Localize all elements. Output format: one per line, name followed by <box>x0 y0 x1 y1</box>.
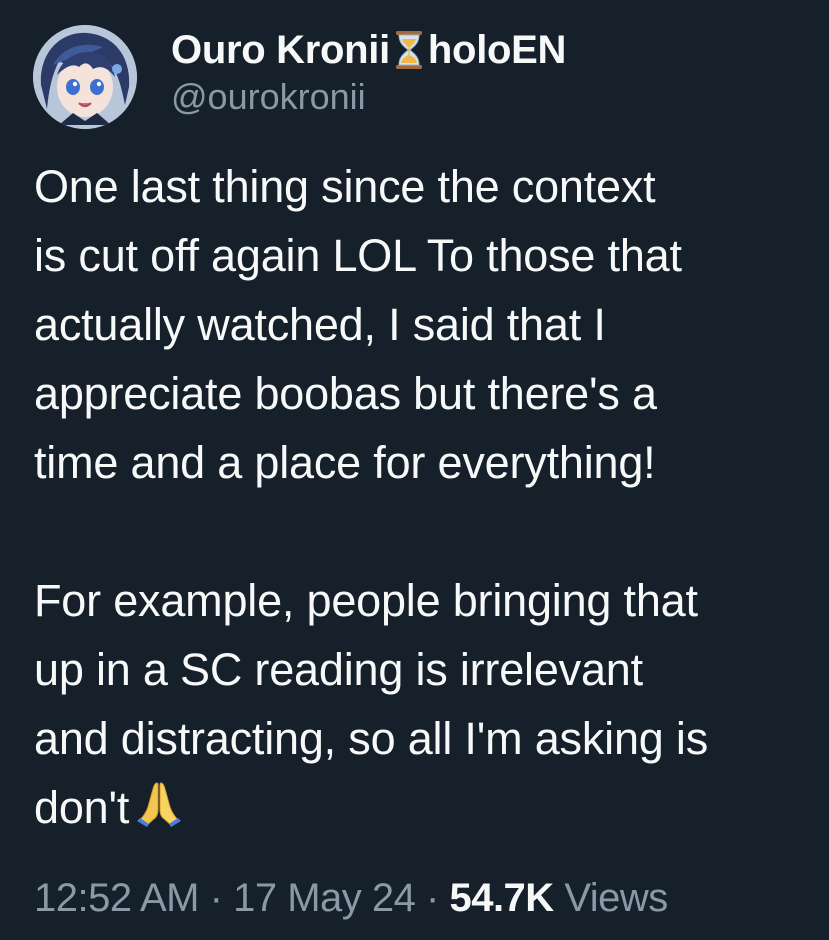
folded-hands-icon <box>133 777 185 829</box>
avatar[interactable] <box>33 25 137 129</box>
tweet-line: time and a place for everything! <box>34 437 656 488</box>
tweet-text: One last thing since the context is cut … <box>34 152 829 842</box>
tweet: Ouro Kronii holoEN @ourokronii One last … <box>0 0 829 940</box>
author-name-suffix: holoEN <box>427 28 567 72</box>
author-display-name[interactable]: Ouro Kronii holoEN <box>171 26 566 74</box>
tweet-line: actually watched, I said that I <box>34 299 606 350</box>
tweet-line: For example, people bringing that <box>34 575 698 626</box>
tweet-line: up in a SC reading is irrelevant <box>34 644 643 695</box>
tweet-line: appreciate boobas but there's a <box>34 368 657 419</box>
anime-avatar-icon <box>33 25 137 129</box>
tweet-line: One last thing since the context <box>34 161 656 212</box>
tweet-meta: 12:52 AM · 17 May 24 · 54.7K Views <box>34 870 668 926</box>
views-count[interactable]: 54.7K <box>449 876 554 920</box>
meta-separator: · <box>209 876 223 920</box>
meta-separator: · <box>426 876 439 920</box>
hourglass-icon <box>389 28 429 72</box>
tweet-last-line: don't <box>34 773 829 842</box>
tweet-time[interactable]: 12:52 AM <box>34 876 200 920</box>
author-handle[interactable]: @ourokronii <box>171 75 566 119</box>
views-label: Views <box>564 876 668 920</box>
tweet-date[interactable]: 17 May 24 <box>233 876 416 920</box>
author-name: Ouro Kronii <box>171 28 390 72</box>
author-block: Ouro Kronii holoEN @ourokronii <box>171 26 566 119</box>
tweet-line: and distracting, so all I'm asking is <box>34 713 708 764</box>
tweet-line: is cut off again LOL To those that <box>34 230 682 281</box>
tweet-line: don't <box>34 782 130 833</box>
